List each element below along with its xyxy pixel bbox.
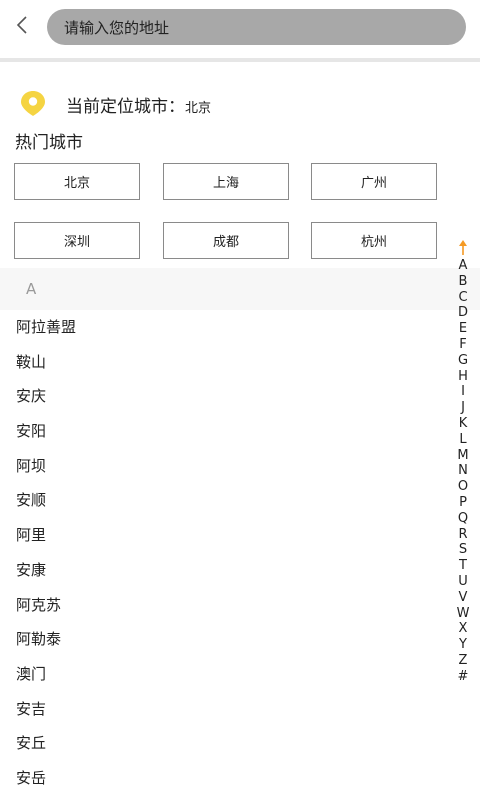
current-location: 当前定位城市：北京 — [66, 92, 211, 117]
index-letter[interactable]: A — [452, 258, 474, 274]
current-location-city[interactable]: 北京 — [185, 101, 211, 116]
index-letter[interactable]: B — [452, 274, 474, 290]
index-letter[interactable]: Z — [452, 653, 474, 669]
index-letter[interactable]: W — [452, 606, 474, 622]
city-list: 阿拉善盟 鞍山 安庆 安阳 阿坝 安顺 阿里 安康 阿克苏 阿勒泰 澳门 安吉 安丘 安岳 — [16, 310, 436, 796]
index-letter[interactable]: K — [452, 416, 474, 432]
index-letter[interactable]: G — [452, 353, 474, 369]
hot-city-button[interactable]: 杭州 — [311, 222, 437, 259]
index-letter[interactable]: E — [452, 321, 474, 337]
city-list-item[interactable]: 阿勒泰 — [16, 622, 436, 657]
hot-city-button[interactable]: 北京 — [14, 163, 140, 200]
top-bar — [0, 0, 480, 58]
hot-city-button[interactable]: 深圳 — [14, 222, 140, 259]
index-letter[interactable]: I — [452, 384, 474, 400]
city-list-item[interactable]: 安吉 — [16, 692, 436, 727]
index-letter[interactable]: Y — [452, 637, 474, 653]
address-search-input[interactable] — [62, 9, 446, 47]
index-letter[interactable]: J — [452, 400, 474, 416]
section-header-a: A — [0, 268, 480, 310]
header-divider — [0, 58, 480, 62]
current-location-label: 当前定位城市： — [66, 97, 185, 117]
index-letter[interactable]: N — [452, 463, 474, 479]
index-letter[interactable]: F — [452, 337, 474, 353]
city-list-item[interactable]: 安康 — [16, 553, 436, 588]
city-list-item[interactable]: 安阳 — [16, 414, 436, 449]
index-letter[interactable]: H — [452, 369, 474, 385]
index-letter[interactable]: D — [452, 305, 474, 321]
index-letter[interactable]: # — [452, 669, 474, 685]
index-letter[interactable]: O — [452, 479, 474, 495]
location-pin-icon — [18, 88, 48, 118]
index-letter[interactable]: V — [452, 590, 474, 606]
city-list-item[interactable]: 阿坝 — [16, 449, 436, 484]
index-letter[interactable]: R — [452, 527, 474, 543]
city-list-item[interactable]: 鞍山 — [16, 345, 436, 380]
address-search-bar[interactable] — [47, 9, 466, 47]
index-letter[interactable]: C — [452, 290, 474, 306]
index-letter[interactable]: Q — [452, 511, 474, 527]
hot-city-button[interactable]: 成都 — [163, 222, 289, 259]
index-letter[interactable]: U — [452, 574, 474, 590]
index-letter[interactable]: S — [452, 542, 474, 558]
city-list-item[interactable]: 安丘 — [16, 726, 436, 761]
hot-city-button[interactable]: 上海 — [163, 163, 289, 200]
index-letter[interactable]: P — [452, 495, 474, 511]
hot-city-button[interactable]: 广州 — [311, 163, 437, 200]
index-letter[interactable]: X — [452, 621, 474, 637]
index-letter[interactable]: T — [452, 558, 474, 574]
city-list-item[interactable]: 澳门 — [16, 657, 436, 692]
arrow-up-icon[interactable] — [452, 240, 474, 258]
city-list-item[interactable]: 安庆 — [16, 379, 436, 414]
city-list-item[interactable]: 阿里 — [16, 518, 436, 553]
index-letter[interactable]: L — [452, 432, 474, 448]
city-list-item[interactable]: 阿拉善盟 — [16, 310, 436, 345]
city-list-item[interactable]: 安岳 — [16, 761, 436, 796]
hot-cities-title: 热门城市 — [15, 133, 83, 153]
section-letter: A — [26, 280, 37, 298]
city-list-item[interactable]: 阿克苏 — [16, 588, 436, 623]
chevron-left-icon — [15, 14, 29, 40]
back-button[interactable] — [8, 12, 36, 42]
index-letter[interactable]: M — [452, 448, 474, 464]
alphabet-index[interactable]: A B C D E F G H I J K L M N O P Q R S T U V W X Y Z # — [452, 240, 474, 685]
city-list-item[interactable]: 安顺 — [16, 483, 436, 518]
